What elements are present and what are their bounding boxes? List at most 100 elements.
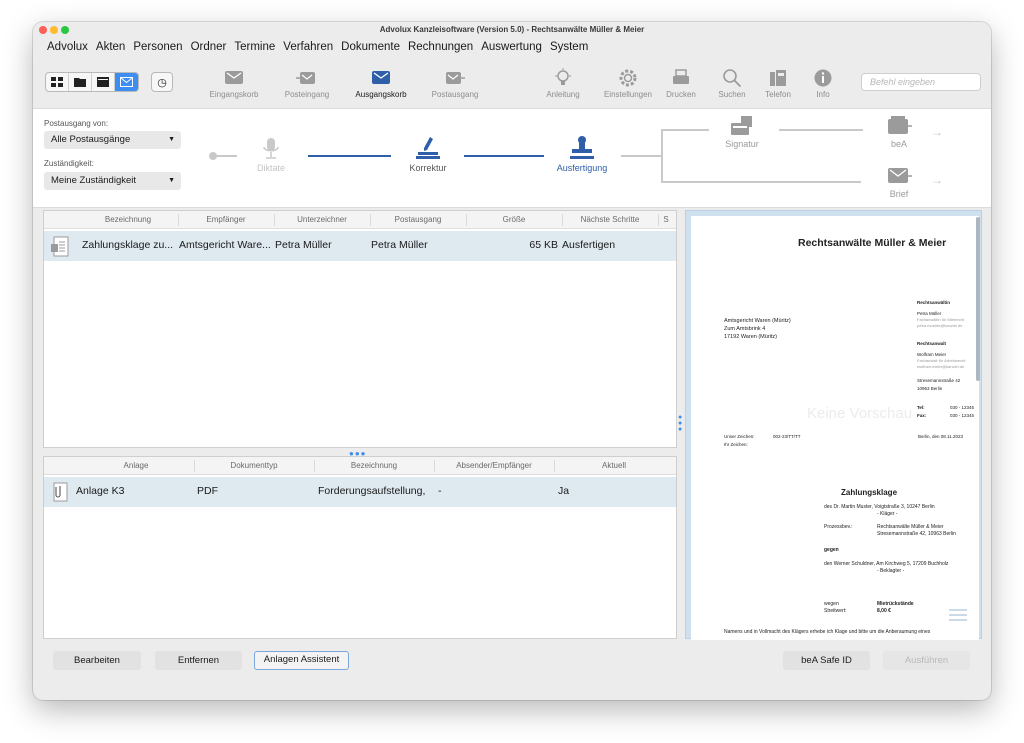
col-unterzeichner[interactable]: Unterzeichner	[274, 215, 370, 224]
toolbar-label: Posteingang	[284, 90, 330, 99]
menu-bar: Advolux Akten Personen Ordner Termine Ve…	[47, 39, 596, 55]
cell-naechste-schritte: Ausfertigen	[562, 239, 616, 251]
toolbar-einstellungen[interactable]: Einstellungen	[599, 66, 657, 99]
chevron-down-icon: ▼	[168, 177, 175, 184]
col-naechste-schritte[interactable]: Nächste Schritte	[562, 215, 658, 224]
preview-text: Streitwert:	[824, 608, 847, 614]
col-groesse[interactable]: Größe	[466, 215, 562, 224]
menu-auswertung[interactable]: Auswertung	[481, 39, 542, 55]
preview-text: Prozessbev.:	[824, 524, 853, 530]
outbox-tray-icon	[372, 71, 390, 84]
preview-scrollbar[interactable]	[976, 217, 980, 381]
toolbar-eingangskorb[interactable]: Eingangskorb	[205, 66, 263, 99]
toolbar-label: Anleitung	[546, 90, 580, 99]
list-icon	[97, 77, 109, 87]
minimize-window-button[interactable]	[50, 26, 58, 34]
cell-bezeichnung: Zahlungsklage zu...	[82, 239, 174, 251]
col-dokumenttyp[interactable]: Dokumenttyp	[194, 461, 314, 470]
anlagen-assistent-button[interactable]: Anlagen Assistent	[254, 651, 349, 670]
preview-side-text: Fax:	[917, 413, 927, 418]
menu-rechnungen[interactable]: Rechnungen	[408, 39, 473, 55]
workflow-step-ausfertigung[interactable]: Ausfertigung	[551, 135, 613, 173]
table-row[interactable]: Anlage K3 PDF Forderungsaufstellung, - J…	[44, 477, 676, 507]
workflow-output-signatur[interactable]: Signatur	[717, 115, 767, 149]
close-window-button[interactable]	[39, 26, 47, 34]
table-row[interactable]: Zahlungsklage zu... Amtsgericht Ware... …	[44, 231, 676, 261]
col-s[interactable]: S	[658, 215, 674, 224]
cell-dokumenttyp: PDF	[197, 485, 218, 497]
command-input[interactable]: Befehl eingeben	[861, 73, 981, 91]
workflow-step-diktate[interactable]: Diktate	[246, 137, 296, 173]
grid-view-button[interactable]	[46, 73, 69, 91]
col-absender-empfaenger[interactable]: Absender/Empfänger	[434, 461, 554, 470]
col-bezeichnung[interactable]: Bezeichnung	[78, 215, 178, 224]
inbox-tray-icon	[225, 71, 243, 84]
toolbar-suchen[interactable]: Suchen	[711, 66, 753, 99]
cell-empfaenger: Amtsgericht Ware...	[179, 239, 271, 251]
col-postausgang[interactable]: Postausgang	[370, 215, 466, 224]
hamburger-icon[interactable]	[948, 608, 968, 622]
workflow-connector	[779, 129, 863, 131]
col-empfaenger[interactable]: Empfänger	[178, 215, 274, 224]
vertical-splitter-handle[interactable]: ● ● ●	[678, 414, 684, 433]
menu-advolux[interactable]: Advolux	[47, 39, 88, 55]
cell-bezeichnung: Forderungsaufstellung,	[318, 485, 426, 497]
toolbar-label: Suchen	[718, 90, 746, 99]
microphone-icon	[263, 138, 279, 159]
postausgang-select[interactable]: Alle Postausgänge ▼	[44, 131, 181, 149]
entfernen-button[interactable]: Entfernen	[155, 651, 242, 670]
preview-text: - Beklagter -	[877, 568, 905, 574]
workflow-output-bea[interactable]: beA	[873, 115, 925, 149]
workflow-start-dot	[209, 152, 217, 160]
menu-akten[interactable]: Akten	[96, 39, 125, 55]
toolbar-telefon[interactable]: Telefon	[757, 66, 799, 99]
toolbar-ausgangskorb[interactable]: Ausgangskorb	[351, 66, 411, 99]
preview-side-text: Fachanwältin für Mietrecht	[917, 317, 964, 322]
workflow-output-label: Signatur	[725, 139, 759, 149]
toolbar-info[interactable]: Info	[803, 66, 843, 99]
menu-termine[interactable]: Termine	[234, 39, 275, 55]
workflow-step-korrektur[interactable]: Korrektur	[401, 135, 455, 173]
toolbar-postausgang[interactable]: Postausgang	[426, 66, 484, 99]
toolbar-label: Postausgang	[431, 90, 479, 99]
cell-absender: -	[438, 485, 442, 497]
toolbar-drucken[interactable]: Drucken	[660, 66, 702, 99]
cell-groesse: 65 KB	[529, 239, 558, 251]
mail-view-button[interactable]	[115, 73, 138, 91]
printer-icon	[673, 69, 689, 84]
col-anlage[interactable]: Anlage	[78, 461, 194, 470]
col-bezeichnung[interactable]: Bezeichnung	[314, 461, 434, 470]
bea-safe-id-button[interactable]: beA Safe ID	[783, 651, 870, 670]
mail-out-icon	[446, 72, 465, 84]
toolbar-label: Telefon	[765, 90, 791, 99]
menu-verfahren[interactable]: Verfahren	[283, 39, 333, 55]
menu-dokumente[interactable]: Dokumente	[341, 39, 400, 55]
toolbar-label: Ausgangskorb	[355, 90, 407, 99]
menu-ordner[interactable]: Ordner	[191, 39, 227, 55]
menu-personen[interactable]: Personen	[133, 39, 182, 55]
list-view-button[interactable]	[92, 73, 115, 91]
menu-system[interactable]: System	[550, 39, 588, 55]
document-icon	[51, 236, 69, 257]
workflow-output-brief[interactable]: Brief	[873, 165, 925, 199]
mail-in-icon	[296, 72, 315, 84]
bearbeiten-button[interactable]: Bearbeiten	[53, 651, 141, 670]
ausfuehren-button[interactable]: Ausführen	[883, 651, 970, 670]
col-aktuell[interactable]: Aktuell	[554, 461, 674, 470]
preview-ref-value: 002-23/TT/TT	[773, 434, 801, 439]
paperclip-document-icon	[53, 482, 68, 502]
toolbar-posteingang[interactable]: Posteingang	[278, 66, 336, 99]
zustaendigkeit-select[interactable]: Meine Zuständigkeit ▼	[44, 172, 181, 190]
preview-recipient-1: Amtsgericht Waren (Müritz)	[724, 318, 791, 324]
workflow-connector	[661, 129, 709, 131]
folder-view-button[interactable]	[69, 73, 92, 91]
toolbar-label: Einstellungen	[603, 90, 653, 99]
workflow-step-label: Korrektur	[409, 163, 447, 173]
clock-button[interactable]: ◷	[151, 72, 173, 92]
toolbar-anleitung[interactable]: Anleitung	[539, 66, 587, 99]
documents-table-header: Bezeichnung Empfänger Unterzeichner Post…	[44, 211, 676, 229]
workflow-connector	[308, 155, 391, 157]
phone-icon	[770, 70, 786, 86]
attachments-table-header: Anlage Dokumenttyp Bezeichnung Absender/…	[44, 457, 676, 475]
zoom-window-button[interactable]	[61, 26, 69, 34]
